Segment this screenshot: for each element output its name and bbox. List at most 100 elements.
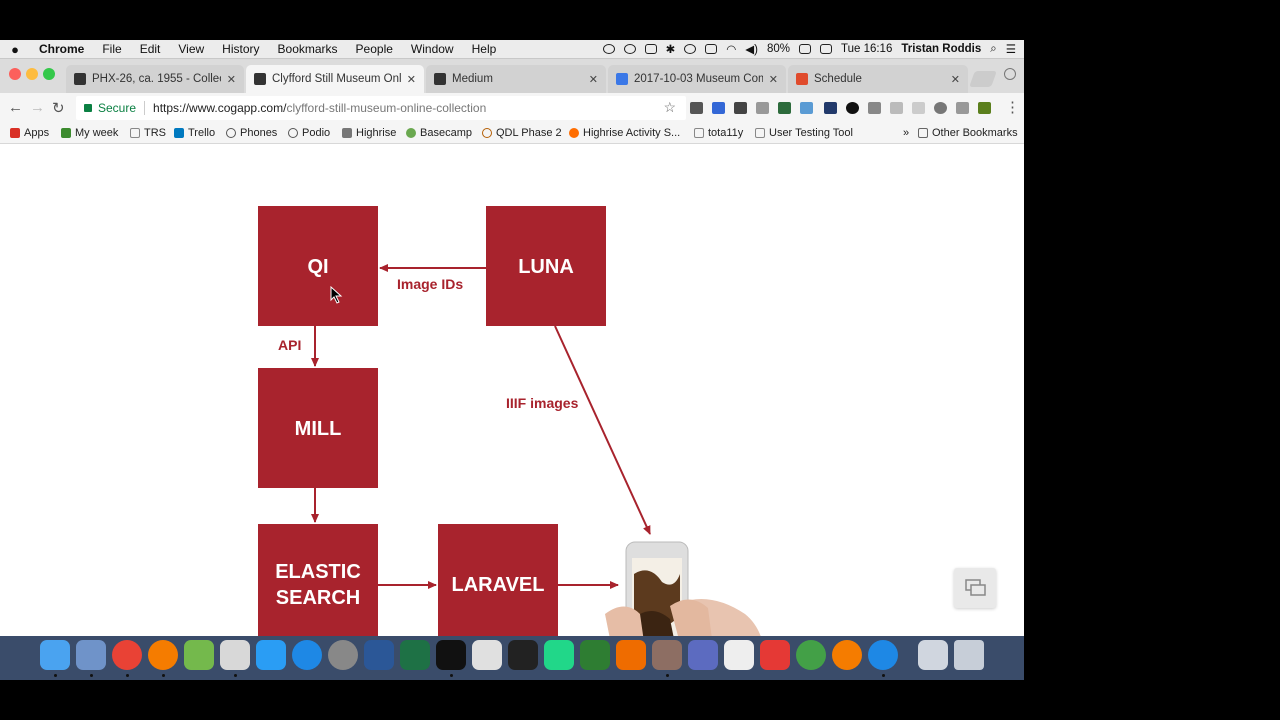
zoom-icon[interactable] xyxy=(868,640,898,670)
app-store-icon[interactable] xyxy=(292,640,322,670)
menu-file[interactable]: File xyxy=(93,42,130,56)
spinner-icon[interactable] xyxy=(796,640,826,670)
stock-icon[interactable] xyxy=(724,640,754,670)
chrome-icon[interactable] xyxy=(112,640,142,670)
extension-icon[interactable] xyxy=(800,102,813,114)
bookmark-phones[interactable]: Phones xyxy=(226,127,277,139)
menu-history[interactable]: History xyxy=(213,42,268,56)
record-icon[interactable] xyxy=(602,44,615,54)
reload-icon[interactable]: ↻ xyxy=(52,99,65,117)
extension-icon[interactable] xyxy=(912,102,925,114)
extension-icon[interactable] xyxy=(956,102,969,114)
time-machine-icon[interactable] xyxy=(684,44,697,54)
menu-edit[interactable]: Edit xyxy=(131,42,170,56)
close-tab-icon[interactable]: ✕ xyxy=(227,73,236,86)
close-tab-icon[interactable]: ✕ xyxy=(407,73,416,86)
screen-share-icon[interactable] xyxy=(760,640,790,670)
notification-center-icon[interactable]: ☰ xyxy=(1006,42,1016,56)
bookmark-trs[interactable]: TRS xyxy=(130,127,166,139)
menu-people[interactable]: People xyxy=(347,42,402,56)
tab-phx26[interactable]: PHX-26, ca. 1955 - Collectio ✕ xyxy=(66,65,244,93)
fullscreen-window-button[interactable] xyxy=(43,68,55,80)
excel-icon[interactable] xyxy=(400,640,430,670)
bookmark-highrise[interactable]: Highrise xyxy=(342,127,396,139)
sublime-icon[interactable] xyxy=(616,640,646,670)
extension-icon[interactable] xyxy=(734,102,747,114)
tab-schedule[interactable]: Schedule ✕ xyxy=(788,65,968,93)
bookmark-trello[interactable]: Trello xyxy=(174,127,215,139)
twitter-icon[interactable] xyxy=(256,640,286,670)
chrome-menu-icon[interactable]: ⋮ xyxy=(1005,98,1020,116)
camera-icon[interactable] xyxy=(756,102,769,114)
bluetooth-icon[interactable]: ✱ xyxy=(666,42,676,56)
system-preferences-icon[interactable] xyxy=(328,640,358,670)
profile-icon[interactable] xyxy=(1004,68,1016,80)
menu-help[interactable]: Help xyxy=(463,42,506,56)
finder-icon[interactable] xyxy=(40,640,70,670)
word-icon[interactable] xyxy=(364,640,394,670)
extension-icon[interactable] xyxy=(690,102,703,114)
extension-icon[interactable] xyxy=(778,102,791,114)
android-icon[interactable] xyxy=(184,640,214,670)
minimize-window-button[interactable] xyxy=(26,68,38,80)
downloads-icon[interactable] xyxy=(918,640,948,670)
gear-icon[interactable] xyxy=(934,102,947,114)
bookmark-other[interactable]: Other Bookmarks xyxy=(918,127,1018,139)
bookmark-apps[interactable]: Apps xyxy=(10,127,49,139)
menu-chrome[interactable]: Chrome xyxy=(30,42,93,56)
display-icon[interactable] xyxy=(819,44,832,54)
extension-icon[interactable] xyxy=(846,102,859,114)
battery-icon[interactable] xyxy=(798,44,811,54)
bookmark-podio[interactable]: Podio xyxy=(288,127,330,139)
menu-bookmarks[interactable]: Bookmarks xyxy=(269,42,347,56)
keynote-icon[interactable] xyxy=(652,640,682,670)
user-name[interactable]: Tristan Roddis xyxy=(901,43,981,55)
menu-window[interactable]: Window xyxy=(402,42,463,56)
forward-icon[interactable]: → xyxy=(30,99,45,116)
vpn-icon[interactable] xyxy=(623,44,636,54)
extension-icon[interactable] xyxy=(712,102,725,114)
battery-percent[interactable]: 80% xyxy=(767,43,790,55)
airplay-icon[interactable] xyxy=(644,44,657,54)
sourcetree-icon[interactable] xyxy=(580,640,610,670)
menu-view[interactable]: View xyxy=(169,42,213,56)
bookmarks-overflow-icon[interactable]: » xyxy=(903,127,909,139)
clock[interactable]: Tue 16:16 xyxy=(841,43,892,55)
terminal-icon[interactable] xyxy=(436,640,466,670)
tab-clyfford-still[interactable]: Clyfford Still Museum Online ✕ xyxy=(246,65,424,93)
bookmark-qdl[interactable]: QDL Phase 2 xyxy=(482,127,562,139)
bookmark-my-week[interactable]: My week xyxy=(61,127,118,139)
extension-icon[interactable] xyxy=(978,102,991,114)
extension-icon[interactable] xyxy=(868,102,881,114)
address-bar[interactable]: Secure https://www.cogapp.com/ clyfford-… xyxy=(76,96,686,120)
bookmark-user-testing[interactable]: User Testing Tool xyxy=(755,127,853,139)
omnigraffle-icon[interactable] xyxy=(688,640,718,670)
battery-icon[interactable] xyxy=(705,44,718,54)
apple-icon[interactable]: ● xyxy=(0,42,30,57)
extension-icon[interactable] xyxy=(890,102,903,114)
tab-medium[interactable]: Medium ✕ xyxy=(426,65,606,93)
bookmark-star-icon[interactable]: ☆ xyxy=(663,99,676,116)
bookmark-tota11y[interactable]: tota11y xyxy=(694,127,743,139)
bookmark-basecamp[interactable]: Basecamp xyxy=(406,127,472,139)
slack-icon[interactable] xyxy=(220,640,250,670)
flower-icon[interactable] xyxy=(832,640,862,670)
chat-widget-button[interactable] xyxy=(954,568,996,608)
phpstorm-icon[interactable] xyxy=(508,640,538,670)
tweetbot-icon[interactable] xyxy=(76,640,106,670)
search-icon[interactable]: ⌕ xyxy=(990,43,996,56)
extension-icon[interactable] xyxy=(824,102,837,114)
bbedit-icon[interactable] xyxy=(472,640,502,670)
wifi-icon[interactable]: ◠ xyxy=(726,42,736,56)
close-tab-icon[interactable]: ✕ xyxy=(951,73,960,86)
firefox-icon[interactable] xyxy=(148,640,178,670)
new-tab-button[interactable] xyxy=(969,71,997,87)
back-icon[interactable]: ← xyxy=(8,99,23,116)
close-tab-icon[interactable]: ✕ xyxy=(589,73,598,86)
tab-museum-comm[interactable]: 2017-10-03 Museum Commu ✕ xyxy=(608,65,786,93)
pycharm-icon[interactable] xyxy=(544,640,574,670)
volume-icon[interactable]: ◀) xyxy=(745,42,758,56)
close-window-button[interactable] xyxy=(9,68,21,80)
trash-icon[interactable] xyxy=(954,640,984,670)
bookmark-highrise-activity[interactable]: Highrise Activity S... xyxy=(569,127,680,139)
